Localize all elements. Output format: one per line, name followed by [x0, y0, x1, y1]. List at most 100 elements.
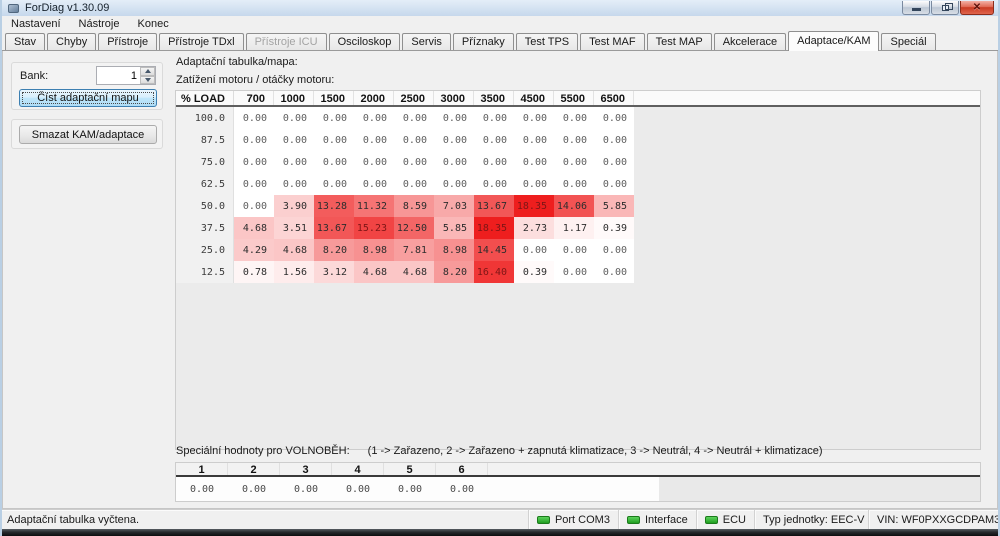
map-cell[interactable]: 0.39	[594, 217, 634, 239]
map-cell[interactable]: 4.68	[394, 261, 434, 283]
map-cell[interactable]: 0.00	[594, 107, 634, 129]
tab-test-maf[interactable]: Test MAF	[580, 33, 644, 50]
tab-adaptace-kam[interactable]: Adaptace/KAM	[788, 31, 879, 51]
map-cell[interactable]: 0.00	[234, 195, 274, 217]
map-cell[interactable]: 4.68	[354, 261, 394, 283]
map-cell[interactable]: 0.00	[354, 151, 394, 173]
map-cell[interactable]: 0.00	[314, 173, 354, 195]
map-cell[interactable]: 18.35	[514, 195, 554, 217]
map-cell[interactable]: 0.00	[394, 173, 434, 195]
map-cell[interactable]: 0.00	[394, 151, 434, 173]
map-cell[interactable]: 11.32	[354, 195, 394, 217]
spin-up-button[interactable]	[140, 67, 155, 76]
map-cell[interactable]: 0.00	[594, 129, 634, 151]
map-cell[interactable]: 8.98	[354, 239, 394, 261]
map-cell[interactable]: 0.00	[314, 151, 354, 173]
map-cell[interactable]: 8.98	[434, 239, 474, 261]
map-cell[interactable]: 12.50	[394, 217, 434, 239]
tab-test-map[interactable]: Test MAP	[647, 33, 712, 50]
idle-cell[interactable]: 0.00	[228, 477, 280, 501]
map-cell[interactable]: 13.67	[314, 217, 354, 239]
taskbar[interactable]	[2, 529, 998, 536]
tab-pristroje[interactable]: Přístroje	[98, 33, 157, 50]
map-cell[interactable]: 0.78	[234, 261, 274, 283]
map-cell[interactable]: 0.00	[274, 151, 314, 173]
tab-priznaky[interactable]: Příznaky	[453, 33, 514, 50]
map-cell[interactable]: 3.51	[274, 217, 314, 239]
tab-pristroje-tdxl[interactable]: Přístroje TDxl	[159, 33, 243, 50]
map-cell[interactable]: 0.00	[474, 107, 514, 129]
idle-cell[interactable]: 0.00	[436, 477, 488, 501]
map-cell[interactable]: 0.00	[274, 107, 314, 129]
bank-spinner[interactable]: 1	[96, 66, 156, 85]
minimize-button[interactable]	[902, 1, 930, 15]
map-cell[interactable]: 5.85	[594, 195, 634, 217]
map-cell[interactable]: 5.85	[434, 217, 474, 239]
map-cell[interactable]: 0.00	[394, 107, 434, 129]
map-cell[interactable]: 1.17	[554, 217, 594, 239]
map-cell[interactable]: 0.00	[554, 261, 594, 283]
close-button[interactable]: ✕	[960, 1, 994, 15]
map-cell[interactable]: 7.81	[394, 239, 434, 261]
idle-cell[interactable]: 0.00	[332, 477, 384, 501]
idle-cell[interactable]: 0.00	[384, 477, 436, 501]
idle-cell[interactable]: 0.00	[176, 477, 228, 501]
map-cell[interactable]: 7.03	[434, 195, 474, 217]
map-cell[interactable]: 0.00	[554, 239, 594, 261]
map-cell[interactable]: 0.00	[514, 173, 554, 195]
map-cell[interactable]: 0.00	[594, 151, 634, 173]
map-cell[interactable]: 0.00	[594, 173, 634, 195]
restore-button[interactable]	[931, 1, 959, 15]
title-bar[interactable]: ForDiag v1.30.09 ✕	[2, 0, 998, 16]
map-cell[interactable]: 13.67	[474, 195, 514, 217]
map-cell[interactable]: 0.00	[234, 129, 274, 151]
map-cell[interactable]: 3.90	[274, 195, 314, 217]
map-cell[interactable]: 0.00	[434, 173, 474, 195]
map-cell[interactable]: 0.00	[274, 173, 314, 195]
map-cell[interactable]: 0.00	[594, 261, 634, 283]
map-cell[interactable]: 0.39	[514, 261, 554, 283]
tab-special[interactable]: Speciál	[881, 33, 935, 50]
map-cell[interactable]: 0.00	[514, 107, 554, 129]
map-cell[interactable]: 0.00	[514, 151, 554, 173]
map-cell[interactable]: 13.28	[314, 195, 354, 217]
map-cell[interactable]: 1.56	[274, 261, 314, 283]
map-cell[interactable]: 0.00	[234, 173, 274, 195]
map-cell[interactable]: 0.00	[314, 129, 354, 151]
idle-cell[interactable]: 0.00	[280, 477, 332, 501]
clear-kam-button[interactable]: Smazat KAM/adaptace	[19, 125, 157, 144]
map-cell[interactable]: 2.73	[514, 217, 554, 239]
map-cell[interactable]: 0.00	[514, 129, 554, 151]
map-cell[interactable]: 0.00	[554, 151, 594, 173]
map-cell[interactable]: 3.12	[314, 261, 354, 283]
tab-chyby[interactable]: Chyby	[47, 33, 96, 50]
map-cell[interactable]: 0.00	[554, 107, 594, 129]
map-cell[interactable]: 0.00	[234, 107, 274, 129]
menu-item-nastaveni[interactable]: Nastavení	[2, 17, 70, 31]
map-cell[interactable]: 4.68	[234, 217, 274, 239]
map-cell[interactable]: 0.00	[434, 151, 474, 173]
map-cell[interactable]: 0.00	[314, 107, 354, 129]
map-cell[interactable]: 0.00	[354, 173, 394, 195]
read-adaptation-map-button[interactable]: Číst adaptační mapu	[19, 89, 157, 107]
tab-akcelerace[interactable]: Akcelerace	[714, 33, 786, 50]
map-cell[interactable]: 0.00	[354, 107, 394, 129]
map-cell[interactable]: 8.20	[434, 261, 474, 283]
map-cell[interactable]: 4.68	[274, 239, 314, 261]
map-cell[interactable]: 0.00	[554, 173, 594, 195]
map-cell[interactable]: 0.00	[474, 151, 514, 173]
map-cell[interactable]: 14.45	[474, 239, 514, 261]
tab-osciloskop[interactable]: Osciloskop	[329, 33, 401, 50]
map-cell[interactable]: 0.00	[514, 239, 554, 261]
map-cell[interactable]: 0.00	[554, 129, 594, 151]
map-cell[interactable]: 0.00	[274, 129, 314, 151]
map-cell[interactable]: 0.00	[474, 173, 514, 195]
map-cell[interactable]: 0.00	[474, 129, 514, 151]
tab-test-tps[interactable]: Test TPS	[516, 33, 578, 50]
map-cell[interactable]: 0.00	[394, 129, 434, 151]
map-cell[interactable]: 0.00	[434, 129, 474, 151]
tab-stav[interactable]: Stav	[5, 33, 45, 50]
map-cell[interactable]: 0.00	[234, 151, 274, 173]
map-cell[interactable]: 8.20	[314, 239, 354, 261]
map-cell[interactable]: 0.00	[354, 129, 394, 151]
